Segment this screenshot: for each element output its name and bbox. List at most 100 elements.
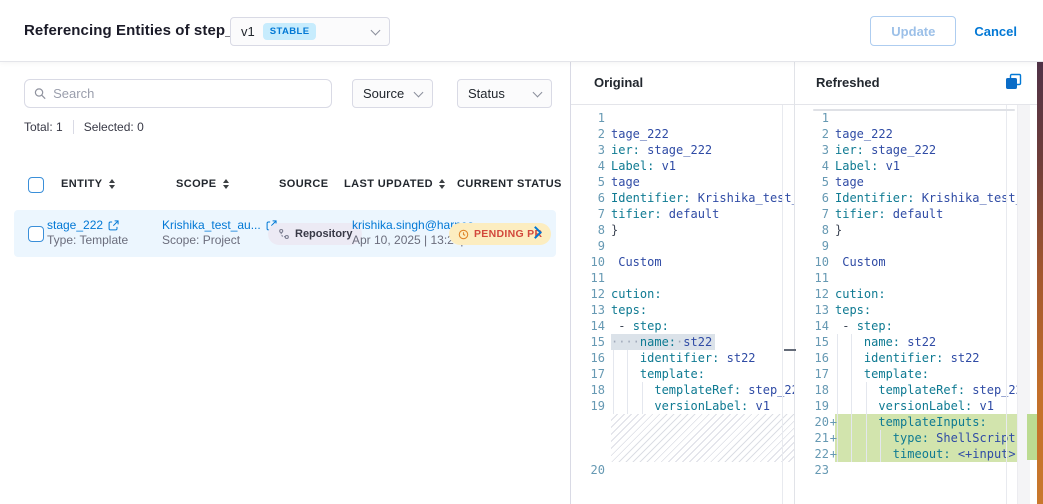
scope-cell: Krishika_test_au... Scope: Project	[162, 218, 277, 248]
diff-change-marker	[784, 349, 796, 351]
code-line: 12cution:	[571, 286, 794, 302]
code-line: 14 - step:	[795, 318, 1017, 334]
code-line: 16 identifier: st22	[571, 350, 794, 366]
chevron-down-icon	[371, 25, 381, 35]
code-line: 1	[571, 110, 794, 126]
code-line: 4Label: v1	[795, 158, 1017, 174]
column-scope[interactable]: SCOPE	[176, 178, 229, 190]
diff-panel: Original Refreshed 12tage_2223ier: stage…	[570, 62, 1043, 504]
code-line: 13teps:	[795, 302, 1017, 318]
entity-type: Type: Template	[47, 233, 128, 248]
header-actions: Update Cancel	[870, 16, 1017, 46]
column-entity[interactable]: ENTITY	[61, 178, 115, 190]
code-line: 19 versionLabel: v1	[795, 398, 1017, 414]
code-line: 12cution:	[795, 286, 1017, 302]
code-line: 5tage	[795, 174, 1017, 190]
original-pane-title: Original	[594, 75, 643, 90]
column-last-updated[interactable]: LAST UPDATED	[344, 178, 445, 190]
code-line: 13teps:	[571, 302, 794, 318]
code-line: 3ier: stage_222	[571, 142, 794, 158]
code-line: 20	[571, 462, 794, 478]
copy-icon	[1005, 73, 1022, 90]
refreshed-code-editor[interactable]: 12tage_2223ier: stage_2224Label: v15tage…	[795, 105, 1017, 504]
code-line: 18 templateRef: step_222	[571, 382, 794, 398]
column-current-status: CURRENT STATUS	[457, 178, 562, 190]
stable-badge: STABLE	[263, 23, 317, 40]
code-line: 18 templateRef: step_222	[795, 382, 1017, 398]
diff-collapsed-region	[611, 414, 794, 462]
total-count: Total: 1	[24, 120, 63, 134]
copy-button[interactable]	[1003, 73, 1023, 93]
code-line: 17 template:	[795, 366, 1017, 382]
horizontal-scrollbar[interactable]	[813, 109, 1015, 111]
refreshed-overflow-guard	[1006, 105, 1007, 504]
referencing-entities-screen: Referencing Entities of step_222 v1 STAB…	[0, 0, 1043, 504]
entity-link[interactable]: stage_222	[47, 218, 128, 233]
cancel-button[interactable]: Cancel	[974, 24, 1017, 39]
code-line: 10 Custom	[571, 254, 794, 270]
search-box[interactable]	[24, 79, 332, 108]
search-input[interactable]	[53, 86, 322, 101]
table-header: ENTITY SCOPE SOURCE LAST UPDATED CURRENT…	[0, 172, 570, 200]
code-line: 14 - step:	[571, 318, 794, 334]
table-row[interactable]: stage_222 Type: Template Krishika_test_a…	[14, 210, 556, 257]
code-line: 22+ timeout: <+input>	[795, 446, 1017, 462]
code-line: 7tifier: default	[795, 206, 1017, 222]
code-line: 15 name: st22	[795, 334, 1017, 350]
code-line: 7tifier: default	[571, 206, 794, 222]
code-line: 6Identifier: Krishika_test_aut	[571, 190, 794, 206]
column-source: SOURCE	[279, 178, 328, 190]
original-overflow-guard	[782, 105, 783, 504]
code-line: 5tage	[571, 174, 794, 190]
row-checkbox[interactable]	[28, 226, 44, 242]
external-link-icon	[108, 220, 119, 231]
code-line: 2tage_222	[795, 126, 1017, 142]
pane-divider	[794, 62, 795, 504]
code-line: 11	[795, 270, 1017, 286]
divider	[73, 120, 74, 134]
sort-icon	[223, 179, 229, 189]
background-gradient-edge	[1037, 62, 1043, 504]
sort-icon	[109, 179, 115, 189]
chevron-down-icon	[533, 87, 543, 97]
scope-link[interactable]: Krishika_test_au...	[162, 218, 277, 233]
search-icon	[34, 87, 46, 100]
code-line: 15····name:·st22	[571, 334, 794, 350]
code-line: 10 Custom	[795, 254, 1017, 270]
code-line: 8}	[571, 222, 794, 238]
diff-header: Original Refreshed	[571, 62, 1037, 105]
code-line: 20+ templateInputs:	[795, 414, 1017, 430]
result-counts: Total: 1 Selected: 0	[24, 120, 144, 134]
original-code-editor[interactable]: 12tage_2223ier: stage_2224Label: v15tage…	[571, 105, 794, 504]
refreshed-pane-title: Refreshed	[816, 75, 880, 90]
code-line: 2tage_222	[571, 126, 794, 142]
code-line: 11	[571, 270, 794, 286]
code-line: 21+ type: ShellScript	[795, 430, 1017, 446]
sort-icon	[439, 179, 445, 189]
overview-added-marker	[1027, 414, 1037, 460]
code-line: 16 identifier: st22	[795, 350, 1017, 366]
code-line: 6Identifier: Krishika_test_aut	[795, 190, 1017, 206]
code-line: 9	[571, 238, 794, 254]
git-branch-icon	[278, 228, 290, 240]
code-line: 9	[795, 238, 1017, 254]
chevron-down-icon	[414, 87, 424, 97]
code-line: 8}	[795, 222, 1017, 238]
status-filter-label: Status	[468, 86, 505, 101]
update-button[interactable]: Update	[870, 16, 956, 46]
status-filter[interactable]: Status	[457, 79, 552, 108]
code-line: 19 versionLabel: v1	[571, 398, 794, 414]
source-filter[interactable]: Source	[352, 79, 433, 108]
entity-cell: stage_222 Type: Template	[47, 218, 128, 248]
selected-count: Selected: 0	[84, 120, 144, 134]
entities-panel: Source Status Total: 1 Selected: 0 ENTIT…	[0, 62, 570, 504]
clock-icon	[458, 229, 469, 240]
code-line: 23	[795, 462, 1017, 478]
top-header: Referencing Entities of step_222 v1 STAB…	[0, 0, 1043, 62]
source-badge: Repository	[268, 223, 362, 245]
page-title: Referencing Entities of step_222	[24, 22, 259, 39]
code-line: 3ier: stage_222	[795, 142, 1017, 158]
version-label: v1	[241, 24, 255, 39]
code-line: 17 template:	[571, 366, 794, 382]
version-select[interactable]: v1 STABLE	[230, 17, 390, 46]
